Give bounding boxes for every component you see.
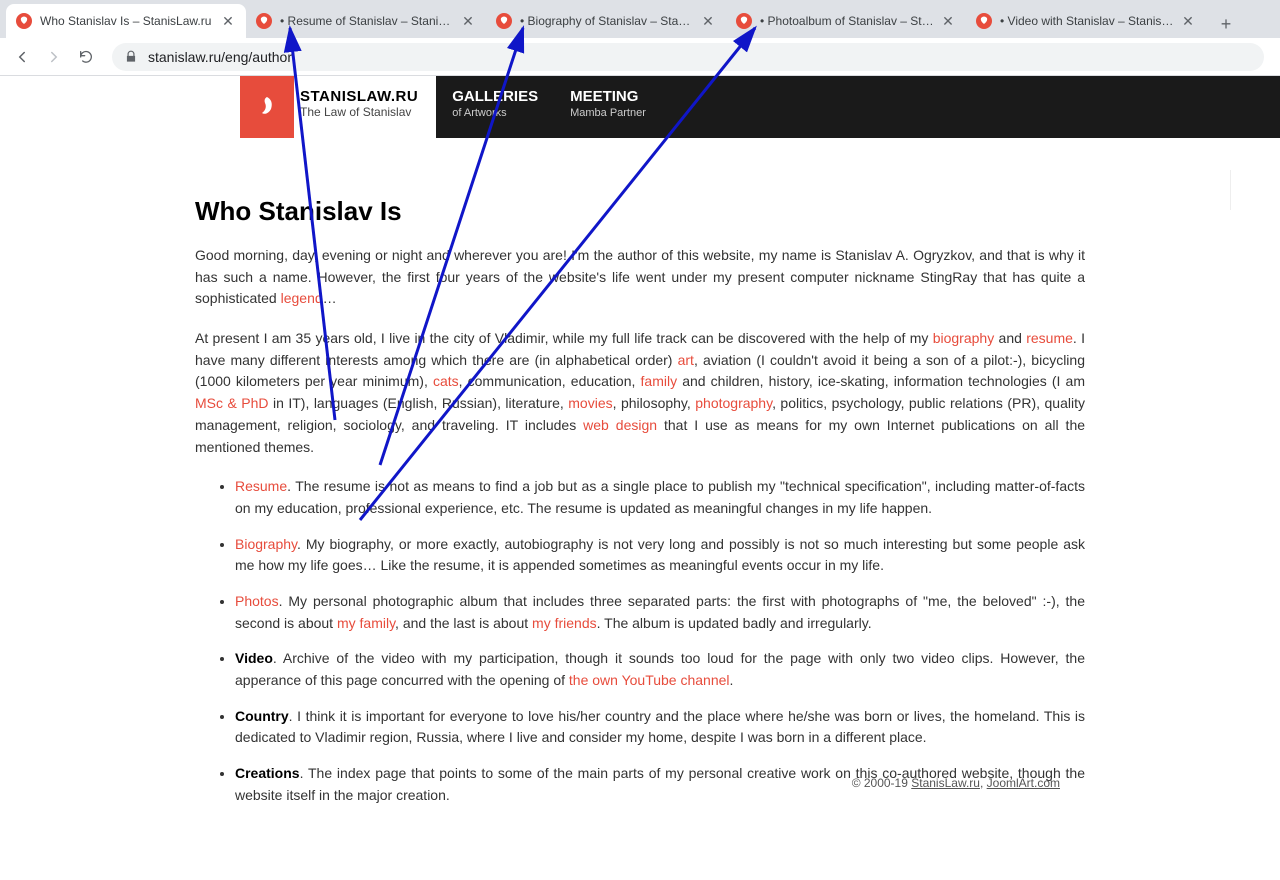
menu-label: GALLERIES	[452, 88, 538, 105]
tab-title: • Biography of Stanislav – StanisL	[520, 14, 694, 28]
url-text: stanislaw.ru/eng/author	[148, 49, 292, 65]
favicon-icon	[496, 13, 512, 29]
favicon-icon	[256, 13, 272, 29]
tab-title: • Resume of Stanislav – StanisLaw	[280, 14, 454, 28]
youtube-link[interactable]: the own YouTube channel	[569, 672, 730, 688]
footer-link-joomlart[interactable]: JoomlArt.com	[987, 776, 1060, 790]
favicon-icon	[976, 13, 992, 29]
footer-link-stanislaw[interactable]: StanisLaw.ru	[911, 776, 980, 790]
about-paragraph: At present I am 35 years old, I live in …	[195, 328, 1085, 458]
brand-tagline: The Law of Stanislav	[300, 105, 418, 119]
reload-button[interactable]	[72, 43, 100, 71]
new-tab-button[interactable]: +	[1212, 10, 1240, 38]
footer: © 2000-19 StanisLaw.ru, JoomlArt.com	[852, 776, 1060, 790]
resume-link[interactable]: resume	[1026, 330, 1073, 346]
side-panel-edge	[1230, 170, 1280, 210]
browser-toolbar: stanislaw.ru/eng/author	[0, 38, 1280, 76]
section-list: Resume. The resume is not as means to fi…	[195, 476, 1085, 806]
brand-name: STANISLAW.RU	[300, 88, 418, 105]
browser-tabstrip: Who Stanislav Is – StanisLaw.ru ✕ • Resu…	[0, 0, 1280, 38]
photos-item-link[interactable]: Photos	[235, 593, 279, 609]
biography-item-link[interactable]: Biography	[235, 536, 297, 552]
site-logo[interactable]	[240, 76, 294, 138]
list-item-biography: Biography. My biography, or more exactly…	[235, 534, 1085, 577]
list-item-resume: Resume. The resume is not as means to fi…	[235, 476, 1085, 519]
browser-tab-5[interactable]: • Video with Stanislav – StanisLav ✕	[966, 4, 1206, 38]
favicon-icon	[736, 13, 752, 29]
page-content: STANISLAW.RU The Law of Stanislav GALLER…	[0, 76, 1280, 880]
browser-tab-3[interactable]: • Biography of Stanislav – StanisL ✕	[486, 4, 726, 38]
tab-title: • Photoalbum of Stanislav – Stani	[760, 14, 934, 28]
favicon-icon	[16, 13, 32, 29]
video-item-label: Video	[235, 650, 273, 666]
close-icon[interactable]: ✕	[940, 13, 956, 29]
legend-link[interactable]: legend	[281, 290, 323, 306]
intro-paragraph: Good morning, day, evening or night and …	[195, 245, 1085, 310]
menu-label: MEETING	[570, 88, 646, 105]
cats-link[interactable]: cats	[433, 373, 459, 389]
list-item-country: Country. I think it is important for eve…	[235, 706, 1085, 749]
myfriends-link[interactable]: my friends	[532, 615, 597, 631]
site-header: STANISLAW.RU The Law of Stanislav GALLER…	[0, 76, 1280, 138]
forward-button[interactable]	[40, 43, 68, 71]
page-title: Who Stanislav Is	[195, 196, 1085, 227]
close-icon[interactable]: ✕	[1180, 13, 1196, 29]
content-card: Who Stanislav Is Good morning, day, even…	[175, 178, 1105, 860]
browser-tab-2[interactable]: • Resume of Stanislav – StanisLaw ✕	[246, 4, 486, 38]
menu-galleries[interactable]: GALLERIES of Artworks	[436, 76, 554, 138]
address-bar[interactable]: stanislaw.ru/eng/author	[112, 43, 1264, 71]
movies-link[interactable]: movies	[568, 395, 612, 411]
msc-phd-link[interactable]: MSc & PhD	[195, 395, 269, 411]
browser-tab-1[interactable]: Who Stanislav Is – StanisLaw.ru ✕	[6, 4, 246, 38]
tab-title: • Video with Stanislav – StanisLav	[1000, 14, 1174, 28]
art-link[interactable]: art	[678, 352, 694, 368]
family-link[interactable]: family	[641, 373, 678, 389]
country-item-label: Country	[235, 708, 289, 724]
biography-link[interactable]: biography	[933, 330, 995, 346]
browser-tab-4[interactable]: • Photoalbum of Stanislav – Stani ✕	[726, 4, 966, 38]
main-menu: GALLERIES of Artworks MEETING Mamba Part…	[436, 76, 662, 138]
menu-sub: Mamba Partner	[570, 107, 646, 119]
back-button[interactable]	[8, 43, 36, 71]
creations-item-label: Creations	[235, 765, 300, 781]
site-brand[interactable]: STANISLAW.RU The Law of Stanislav	[294, 76, 436, 138]
webdesign-link[interactable]: web design	[583, 417, 657, 433]
list-item-video: Video. Archive of the video with my part…	[235, 648, 1085, 691]
menu-sub: of Artworks	[452, 107, 538, 119]
close-icon[interactable]: ✕	[220, 13, 236, 29]
myfamily-link[interactable]: my family	[337, 615, 395, 631]
list-item-photos: Photos. My personal photographic album t…	[235, 591, 1085, 634]
tab-title: Who Stanislav Is – StanisLaw.ru	[40, 14, 214, 28]
photography-link[interactable]: photography	[695, 395, 772, 411]
lock-icon	[124, 50, 138, 64]
menu-meeting[interactable]: MEETING Mamba Partner	[554, 76, 662, 138]
close-icon[interactable]: ✕	[700, 13, 716, 29]
close-icon[interactable]: ✕	[460, 13, 476, 29]
resume-item-link[interactable]: Resume	[235, 478, 287, 494]
